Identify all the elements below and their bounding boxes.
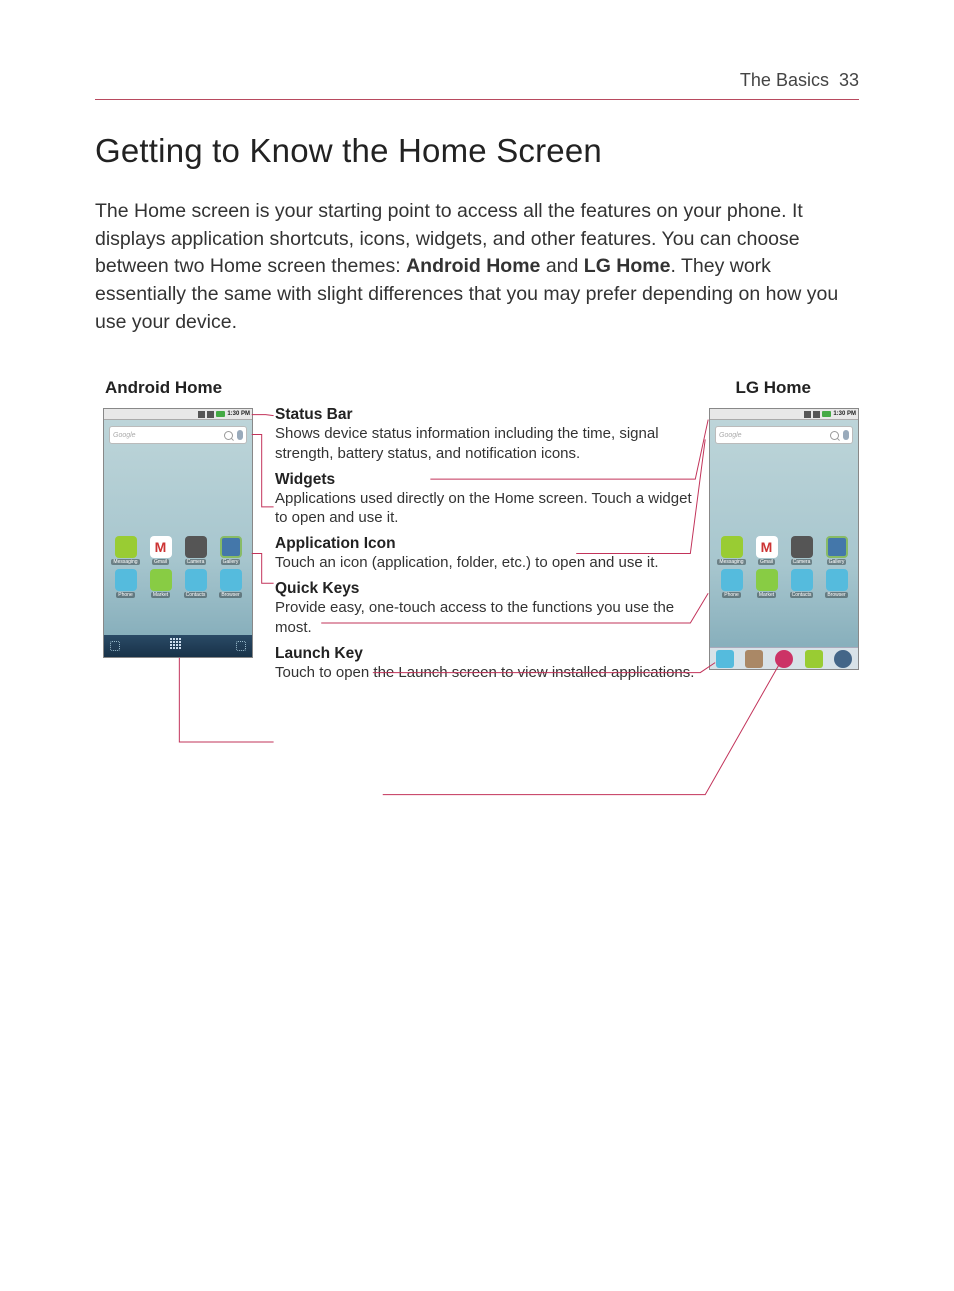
notif-icon xyxy=(198,411,205,418)
callout-title: Status Bar xyxy=(275,406,705,424)
app-market: Market xyxy=(752,569,782,598)
callout-quick-keys: Quick Keys Provide easy, one-touch acces… xyxy=(275,580,705,636)
intro-bold-lg: LG Home xyxy=(584,255,671,277)
callout-status-bar: Status Bar Shows device status informati… xyxy=(275,406,705,462)
intro-text: and xyxy=(540,255,583,277)
phone-lg: 1:30 PM Google Messaging MGmail Camera G… xyxy=(709,408,859,670)
callout-title: Launch Key xyxy=(275,645,705,663)
app-gmail: MGmail xyxy=(752,536,782,565)
quick-phone-icon xyxy=(716,650,734,668)
label-android-home: Android Home xyxy=(105,378,222,398)
launch-key-icon xyxy=(170,638,186,654)
callout-launch-key: Launch Key Touch to open the Launch scre… xyxy=(275,645,705,682)
callout-desc: Provide easy, one-touch access to the fu… xyxy=(275,598,705,636)
quick-browser-icon xyxy=(834,650,852,668)
callout-title: Widgets xyxy=(275,471,705,489)
label-lg-home: LG Home xyxy=(735,378,811,398)
callout-title: Quick Keys xyxy=(275,580,705,598)
diagram-area: Android Home LG Home 1:30 PM Google Mess… xyxy=(95,378,859,858)
mic-icon xyxy=(843,430,849,440)
callout-title: Application Icon xyxy=(275,535,705,553)
section-name: The Basics xyxy=(740,70,829,91)
mic-icon xyxy=(237,430,243,440)
app-contacts: Contacts xyxy=(181,569,211,598)
status-bar: 1:30 PM xyxy=(710,409,858,420)
app-market: Market xyxy=(146,569,176,598)
callout-app-icon: Application Icon Touch an icon (applicat… xyxy=(275,535,705,572)
app-gallery: Gallery xyxy=(822,536,852,565)
app-phone: Phone xyxy=(111,569,141,598)
quick-launch-icon xyxy=(775,650,793,668)
battery-icon xyxy=(216,411,225,417)
running-header: The Basics 33 xyxy=(95,70,859,100)
intro-paragraph: The Home screen is your starting point t… xyxy=(95,198,859,336)
clock-text: 1:30 PM xyxy=(227,411,250,417)
app-camera: Camera xyxy=(787,536,817,565)
search-placeholder: Google xyxy=(719,432,826,439)
callout-desc: Applications used directly on the Home s… xyxy=(275,489,705,527)
dock-bar xyxy=(104,635,252,657)
phone-android: 1:30 PM Google Messaging MGmail Camera G… xyxy=(103,408,253,658)
callout-widgets: Widgets Applications used directly on th… xyxy=(275,471,705,527)
dock-left-icon xyxy=(110,641,120,651)
app-browser: Browser xyxy=(822,569,852,598)
app-contacts: Contacts xyxy=(787,569,817,598)
app-row: Phone Market Contacts Browser xyxy=(710,569,858,598)
intro-bold-android: Android Home xyxy=(406,255,540,277)
page-title: Getting to Know the Home Screen xyxy=(95,132,859,170)
search-widget: Google xyxy=(109,426,247,444)
quick-contacts-icon xyxy=(745,650,763,668)
callout-desc: Touch an icon (application, folder, etc.… xyxy=(275,553,705,572)
app-camera: Camera xyxy=(181,536,211,565)
signal-icon xyxy=(207,411,214,418)
clock-text: 1:30 PM xyxy=(833,411,856,417)
app-messaging: Messaging xyxy=(111,536,141,565)
search-placeholder: Google xyxy=(113,432,220,439)
callout-desc: Touch to open the Launch screen to view … xyxy=(275,663,705,682)
search-widget: Google xyxy=(715,426,853,444)
app-phone: Phone xyxy=(717,569,747,598)
app-gallery: Gallery xyxy=(216,536,246,565)
search-icon xyxy=(224,431,233,440)
battery-icon xyxy=(822,411,831,417)
callouts-column: Status Bar Shows device status informati… xyxy=(275,406,705,690)
app-row: Messaging MGmail Camera Gallery xyxy=(710,536,858,565)
app-messaging: Messaging xyxy=(717,536,747,565)
app-gmail: MGmail xyxy=(146,536,176,565)
app-browser: Browser xyxy=(216,569,246,598)
quick-messaging-icon xyxy=(805,650,823,668)
signal-icon xyxy=(813,411,820,418)
callout-desc: Shows device status information includin… xyxy=(275,424,705,462)
notif-icon xyxy=(804,411,811,418)
page-number: 33 xyxy=(839,70,859,91)
app-row: Phone Market Contacts Browser xyxy=(104,569,252,598)
quick-keys-bar xyxy=(710,647,858,669)
app-row: Messaging MGmail Camera Gallery xyxy=(104,536,252,565)
status-bar: 1:30 PM xyxy=(104,409,252,420)
dock-right-icon xyxy=(236,641,246,651)
search-icon xyxy=(830,431,839,440)
